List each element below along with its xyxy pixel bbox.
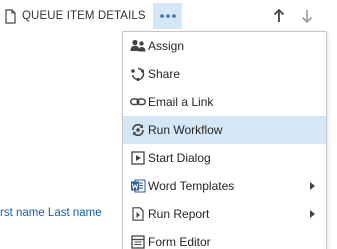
menu-item-run-report[interactable]: Run Report <box>123 200 326 228</box>
share-icon <box>130 67 146 81</box>
ellipsis-icon <box>159 14 176 18</box>
menu-item-form-editor[interactable]: Form Editor <box>123 228 326 249</box>
menu-item-label: Run Workflow <box>148 123 223 137</box>
submenu-arrow-icon <box>310 210 315 218</box>
queue-item-details-button[interactable]: QUEUE ITEM DETAILS <box>4 7 146 25</box>
play-dialog-icon <box>130 151 146 165</box>
link-icon <box>130 95 146 109</box>
arrow-up-icon <box>273 9 285 22</box>
more-commands-button[interactable] <box>153 3 182 29</box>
menu-item-email-a-link[interactable]: Email a Link <box>123 88 326 116</box>
queue-item-details-label: QUEUE ITEM DETAILS <box>22 10 146 22</box>
menu-item-run-workflow[interactable]: Run Workflow <box>123 116 326 144</box>
assign-users-icon <box>130 39 146 53</box>
owner-name-link[interactable]: rst name Last name <box>0 207 102 219</box>
previous-record-button[interactable] <box>272 8 286 24</box>
report-icon <box>130 207 146 221</box>
workflow-icon <box>130 123 146 137</box>
menu-item-word-templates[interactable]: Word Templates <box>123 172 326 200</box>
more-commands-menu: Assign Share Email a Link Run Workflow S… <box>122 31 327 249</box>
arrow-down-icon <box>301 10 313 23</box>
menu-item-start-dialog[interactable]: Start Dialog <box>123 144 326 172</box>
menu-item-label: Word Templates <box>148 179 235 193</box>
command-bar: QUEUE ITEM DETAILS <box>0 0 337 32</box>
menu-item-label: Email a Link <box>148 95 214 109</box>
word-icon <box>130 179 146 193</box>
menu-item-label: Start Dialog <box>148 151 211 165</box>
menu-item-label: Share <box>148 67 181 81</box>
document-icon <box>4 8 17 24</box>
form-editor-icon <box>130 235 146 249</box>
menu-item-share[interactable]: Share <box>123 60 326 88</box>
menu-item-label: Form Editor <box>148 235 211 249</box>
next-record-button[interactable] <box>300 8 314 24</box>
menu-item-label: Run Report <box>148 207 210 221</box>
menu-item-assign[interactable]: Assign <box>123 32 326 60</box>
menu-item-label: Assign <box>148 39 185 53</box>
submenu-arrow-icon <box>310 182 315 190</box>
